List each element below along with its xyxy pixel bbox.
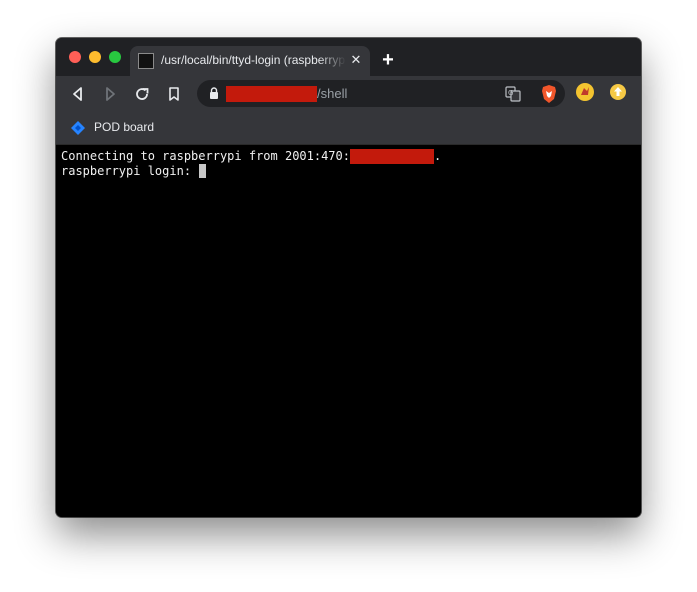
terminal[interactable]: Connecting to raspberrypi from 2001:470:…	[56, 145, 641, 517]
new-tab-button[interactable]: +	[378, 50, 398, 70]
terminal-favicon-icon	[138, 53, 154, 69]
connecting-text: Connecting to raspberrypi from 2001:470:	[61, 149, 350, 163]
terminal-line-login: raspberrypi login:	[61, 164, 207, 179]
lock-icon[interactable]	[209, 87, 219, 105]
login-prompt: raspberrypi login:	[61, 164, 199, 178]
extension-mascot-icon[interactable]	[575, 82, 595, 107]
url-path: /shell	[317, 86, 348, 101]
connecting-suffix: .	[433, 149, 442, 163]
brave-shields-icon[interactable]	[540, 84, 558, 109]
reload-icon[interactable]	[132, 84, 152, 104]
tab-active[interactable]: /usr/local/bin/ttyd-login (raspberrypi) …	[130, 46, 370, 76]
extension-upload-icon[interactable]	[609, 83, 627, 106]
tab-title: /usr/local/bin/ttyd-login (raspberrypi)	[161, 53, 346, 67]
toolbar: /shell G	[56, 76, 641, 112]
terminal-cursor	[199, 164, 207, 178]
redacted-host	[226, 86, 317, 102]
translate-icon[interactable]: G	[505, 86, 521, 107]
browser-window: /usr/local/bin/ttyd-login (raspberrypi) …	[56, 38, 641, 517]
jira-icon	[70, 120, 86, 141]
back-arrow-icon[interactable]	[68, 84, 88, 104]
bookmark-icon[interactable]	[164, 84, 184, 104]
forward-arrow-icon[interactable]	[100, 84, 120, 104]
zoom-window-button[interactable]	[109, 51, 121, 63]
svg-text:G: G	[508, 89, 513, 97]
address-bar[interactable]: /shell G	[197, 80, 565, 107]
bookmark-label: POD board	[94, 120, 155, 134]
tab-strip: /usr/local/bin/ttyd-login (raspberrypi) …	[56, 38, 641, 76]
bookmarks-bar: POD board	[56, 112, 641, 145]
minimize-window-button[interactable]	[89, 51, 101, 63]
redacted-ip	[349, 149, 434, 164]
close-tab-icon[interactable]: ✕	[348, 52, 364, 68]
terminal-line-connecting: Connecting to raspberrypi from 2001:470:…	[61, 149, 441, 164]
close-window-button[interactable]	[69, 51, 81, 63]
